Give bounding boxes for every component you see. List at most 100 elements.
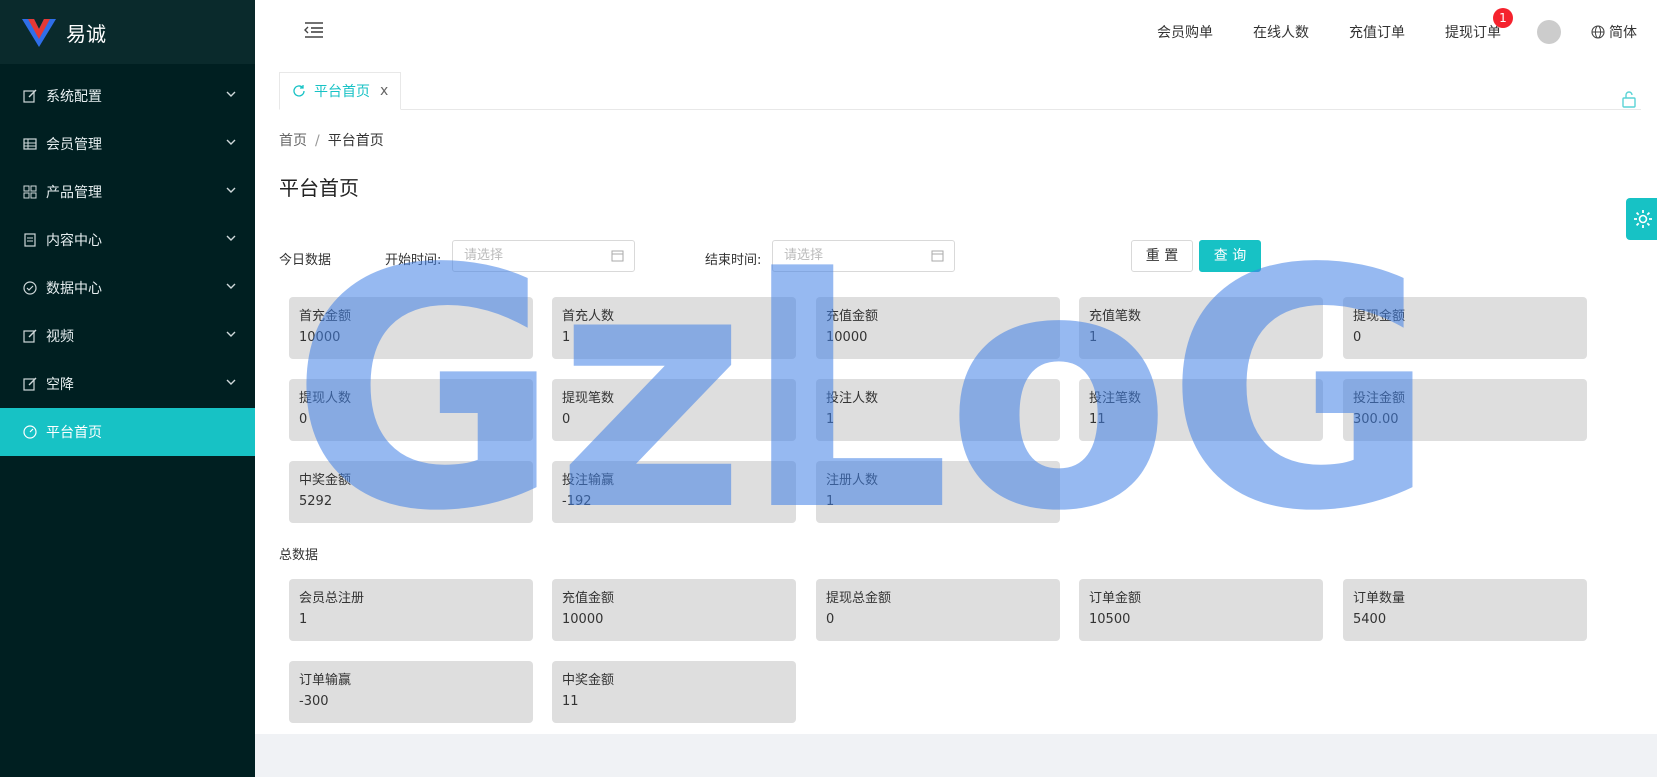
chevron-down-icon — [226, 235, 236, 241]
end-date-picker[interactable]: 请选择 — [772, 240, 955, 272]
dashboard-icon — [22, 424, 38, 440]
sidebar-item-label: 平台首页 — [46, 425, 102, 441]
stat-value: 5400 — [1353, 612, 1387, 627]
tab-platform-home[interactable]: 平台首页 x — [279, 72, 401, 110]
start-date-picker[interactable]: 请选择 — [452, 240, 635, 272]
stat-card: 提现人数 0 — [289, 379, 533, 441]
end-time-label: 结束时间: — [705, 253, 762, 268]
stat-card: 订单输赢 -300 — [289, 661, 533, 723]
brand-name: 易诚 — [66, 21, 106, 46]
main-content: 平台首页 x 首页 / 平台首页 平台首页 今日数据 开始时间: 请选择 结束时间:… — [255, 64, 1657, 734]
avatar[interactable] — [1537, 20, 1561, 44]
sidebar-item-video[interactable]: 视频 — [0, 312, 255, 360]
stat-card: 订单数量 5400 — [1343, 579, 1587, 641]
stat-value: 5292 — [299, 494, 333, 509]
chevron-down-icon — [226, 331, 236, 337]
nav-recharge-orders[interactable]: 充值订单 — [1349, 22, 1405, 42]
stat-card: 注册人数 1 — [816, 461, 1060, 523]
stat-card: 提现笔数 0 — [552, 379, 796, 441]
stat-value: 10000 — [826, 330, 868, 345]
stat-card: 充值笔数 1 — [1079, 297, 1323, 359]
stat-value: 1 — [826, 412, 835, 427]
unlock-icon[interactable] — [1621, 90, 1637, 108]
close-icon[interactable]: x — [380, 83, 388, 99]
tab-label: 平台首页 — [314, 84, 370, 100]
reload-icon[interactable] — [292, 84, 306, 98]
logo-icon — [22, 19, 56, 47]
stat-value: 10000 — [562, 612, 604, 627]
language-label: 简体 — [1609, 25, 1637, 41]
chevron-down-icon — [226, 379, 236, 385]
sidebar-item-system-config[interactable]: 系统配置 — [0, 72, 255, 120]
nav-online-users[interactable]: 在线人数 — [1253, 22, 1309, 42]
stat-card: 中奖金额 11 — [552, 661, 796, 723]
sidebar-item-label: 内容中心 — [46, 233, 102, 249]
nav-withdraw-label: 提现订单 — [1445, 25, 1501, 41]
edit-icon — [22, 328, 38, 344]
nav-member-orders[interactable]: 会员购单 — [1157, 22, 1213, 42]
sidebar-item-label: 视频 — [46, 329, 74, 345]
gear-icon — [1634, 210, 1652, 228]
filter-bar: 今日数据 开始时间: 请选择 结束时间: 请选择 重 置 查 询 — [279, 240, 1641, 274]
page-title: 平台首页 — [279, 176, 359, 200]
sidebar-item-data-center[interactable]: 数据中心 — [0, 264, 255, 312]
stat-title: 充值金额 — [562, 591, 615, 606]
stat-title: 中奖金额 — [299, 473, 352, 488]
breadcrumb-separator: / — [315, 133, 320, 149]
calendar-icon — [611, 250, 624, 262]
stat-value: 0 — [299, 412, 308, 427]
reset-button[interactable]: 重 置 — [1131, 240, 1193, 272]
stat-value: 0 — [1353, 330, 1362, 345]
stat-card: 订单金额 10500 — [1079, 579, 1323, 641]
document-icon — [22, 232, 38, 248]
stat-value: 0 — [826, 612, 835, 627]
grid-icon — [22, 184, 38, 200]
stat-title: 投注输赢 — [562, 473, 615, 488]
stat-card: 投注输赢 -192 — [552, 461, 796, 523]
stat-title: 中奖金额 — [562, 673, 615, 688]
brand[interactable]: 易诚 — [0, 0, 255, 64]
sidebar-item-platform-home[interactable]: 平台首页 — [0, 408, 255, 456]
stat-value: 1 — [299, 612, 308, 627]
sidebar: 易诚 系统配置 会员管理 产品管理 内容中心 数据中心 视频 空降 平台首页 — [0, 0, 255, 777]
stat-card: 会员总注册 1 — [289, 579, 533, 641]
stat-card: 充值金额 10000 — [816, 297, 1060, 359]
notification-badge: 1 — [1493, 8, 1513, 28]
chevron-down-icon — [226, 91, 236, 97]
sidebar-item-label: 产品管理 — [46, 185, 102, 201]
stat-title: 订单输赢 — [299, 673, 352, 688]
stat-title: 提现笔数 — [562, 391, 615, 406]
stat-value: 300.00 — [1353, 412, 1399, 427]
stat-title: 订单金额 — [1089, 591, 1142, 606]
sidebar-item-airdrop[interactable]: 空降 — [0, 360, 255, 408]
menu-fold-icon[interactable] — [303, 20, 325, 40]
edit-icon — [22, 376, 38, 392]
stat-title: 提现人数 — [299, 391, 352, 406]
stat-card: 提现金额 0 — [1343, 297, 1587, 359]
nav-withdraw-orders[interactable]: 提现订单 1 — [1445, 8, 1513, 42]
stat-title: 提现金额 — [1353, 309, 1406, 324]
stat-card: 提现总金额 0 — [816, 579, 1060, 641]
stat-value: -192 — [562, 494, 592, 509]
check-circle-icon — [22, 280, 38, 296]
stat-value: 1 — [562, 330, 571, 345]
query-button[interactable]: 查 询 — [1199, 240, 1261, 272]
sidebar-item-label: 系统配置 — [46, 89, 102, 105]
stat-title: 订单数量 — [1353, 591, 1406, 606]
stat-card: 首充人数 1 — [552, 297, 796, 359]
top-header: 会员购单 在线人数 充值订单 提现订单 1 简体 — [255, 0, 1657, 64]
settings-drawer-toggle[interactable] — [1626, 198, 1657, 240]
breadcrumb-home[interactable]: 首页 — [279, 133, 307, 149]
stat-card: 充值金额 10000 — [552, 579, 796, 641]
stat-value: -300 — [299, 694, 329, 709]
sidebar-item-member-management[interactable]: 会员管理 — [0, 120, 255, 168]
stat-card: 投注笔数 11 — [1079, 379, 1323, 441]
stat-card: 首充金额 10000 — [289, 297, 533, 359]
stat-title: 会员总注册 — [299, 591, 365, 606]
tab-bar: 平台首页 x — [279, 72, 1641, 110]
sidebar-item-content-center[interactable]: 内容中心 — [0, 216, 255, 264]
language-switcher[interactable]: 简体 — [1591, 22, 1637, 42]
stat-value: 10000 — [299, 330, 341, 345]
stat-title: 首充金额 — [299, 309, 352, 324]
sidebar-item-product-management[interactable]: 产品管理 — [0, 168, 255, 216]
